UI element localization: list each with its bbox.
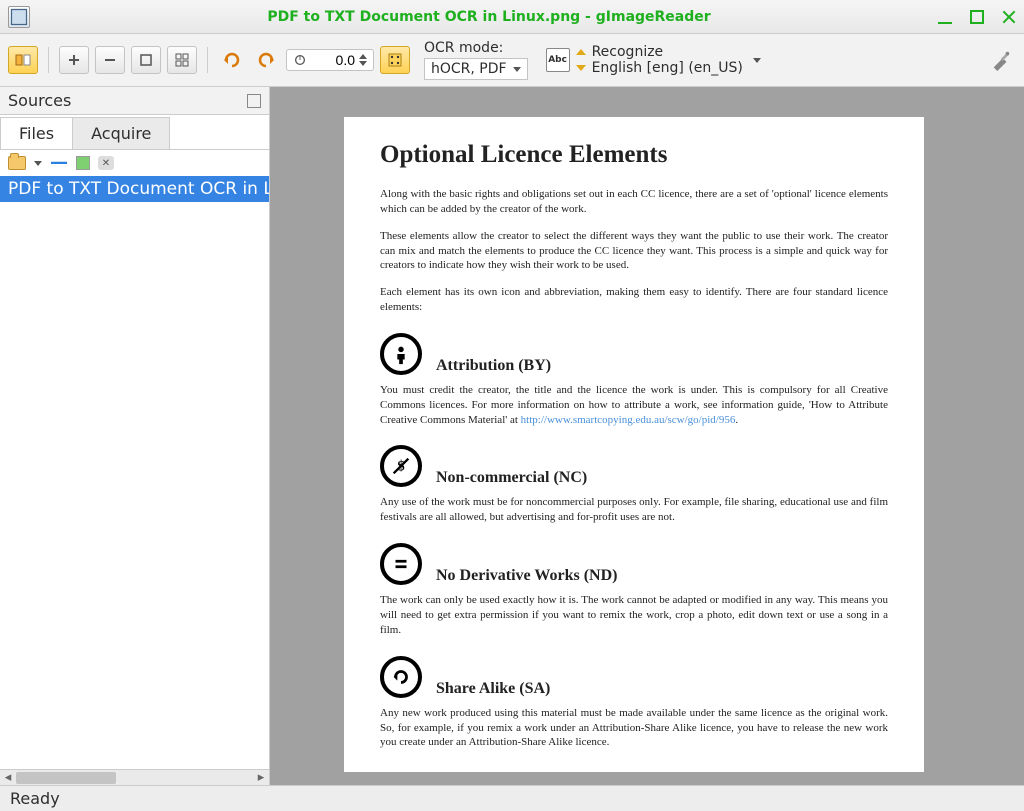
autodetect-button[interactable] [380,46,410,74]
ocr-mode-label: OCR mode: [424,40,528,56]
titlebar: PDF to TXT Document OCR in Linux.png - g… [0,0,1024,34]
by-link[interactable]: http://www.smartcopying.edu.au/scw/go/pi… [521,414,736,426]
scrollbar-thumb[interactable] [16,772,116,784]
doc-title: Optional Licence Elements [380,141,888,169]
sa-text: Any new work produced using this materia… [380,706,888,751]
zoom-out-button[interactable] [95,46,125,74]
recognize-lang: English [eng] (en_US) [592,60,743,76]
doc-p1: Along with the basic rights and obligati… [380,187,888,217]
ocr-mode-value: hOCR, PDF [431,61,507,77]
sa-icon [380,656,422,698]
rotation-field[interactable] [286,49,374,71]
close-button[interactable] [1002,10,1016,24]
ocr-mode-select[interactable]: hOCR, PDF [424,58,528,80]
tab-files[interactable]: Files [0,117,73,149]
by-title: Attribution (BY) [436,357,551,375]
rotate-right-button[interactable] [252,46,280,74]
toggle-sources-button[interactable] [8,46,38,74]
file-list-hscrollbar[interactable]: ◂ ▸ [0,769,269,785]
nc-icon: $ [380,445,422,487]
recognize-dropdown[interactable] [753,58,761,63]
nd-icon [380,543,422,585]
close-file-button[interactable]: ✕ [98,156,114,170]
status-bar: Ready [0,785,1024,811]
sa-title: Share Alike (SA) [436,680,550,698]
rendered-page: Optional Licence Elements Along with the… [344,117,924,772]
maximize-button[interactable] [970,10,984,24]
window-title: PDF to TXT Document OCR in Linux.png - g… [40,9,938,25]
abc-icon: Abc [546,48,570,72]
zoom-fit-button[interactable] [167,46,197,74]
recognize-label: Recognize [592,44,743,60]
doc-p2: These elements allow the creator to sele… [380,229,888,274]
nd-text: The work can only be used exactly how it… [380,593,888,638]
clear-list-button[interactable] [76,156,90,170]
by-icon [380,333,422,375]
open-folder-button[interactable] [8,156,26,170]
document-viewer[interactable]: Optional Licence Elements Along with the… [270,87,1024,785]
panel-detach-button[interactable] [247,94,261,108]
rotation-input[interactable] [311,52,355,68]
zoom-in-button[interactable] [59,46,89,74]
minimize-button[interactable] [938,10,952,24]
file-list: PDF to TXT Document OCR in Li [0,176,269,769]
app-icon [8,6,30,28]
sources-title: Sources [8,91,247,110]
chevron-down-icon [513,67,521,72]
recognize-arrows-icon [574,47,588,73]
preferences-button[interactable] [986,46,1016,74]
remove-file-button[interactable]: — [50,159,68,167]
tab-acquire[interactable]: Acquire [72,117,170,149]
zoom-original-button[interactable] [131,46,161,74]
open-dropdown[interactable] [34,161,42,166]
main-toolbar: OCR mode: hOCR, PDF Abc Recognize Englis… [0,34,1024,87]
rotate-left-button[interactable] [218,46,246,74]
recognize-button[interactable]: Recognize English [eng] (en_US) [592,44,743,76]
sources-tabs: Files Acquire [0,115,269,150]
sources-panel: Sources Files Acquire — ✕ PDF to TXT Doc… [0,87,270,785]
rotation-spinner[interactable] [359,54,367,66]
by-text: You must credit the creator, the title a… [380,383,888,428]
nc-title: Non-commercial (NC) [436,469,587,487]
nc-text: Any use of the work must be for noncomme… [380,495,888,525]
file-toolbar: — ✕ [0,150,269,176]
doc-p3: Each element has its own icon and abbrev… [380,285,888,315]
nd-title: No Derivative Works (ND) [436,567,617,585]
file-item-selected[interactable]: PDF to TXT Document OCR in Li [0,176,269,202]
status-text: Ready [10,789,60,808]
